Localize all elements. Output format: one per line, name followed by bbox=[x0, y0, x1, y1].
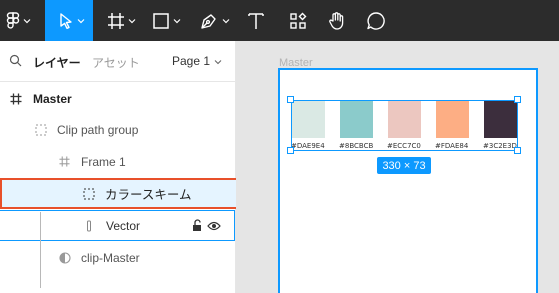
tab-layers[interactable]: レイヤー bbox=[33, 54, 81, 71]
page-selector[interactable]: Page 1 bbox=[172, 54, 222, 68]
layer-label: カラースキーム bbox=[105, 188, 192, 202]
panel-tabs: レイヤー アセット Page 1 bbox=[0, 41, 236, 82]
resize-handle-top-left[interactable] bbox=[287, 96, 294, 103]
layer-row-clip-path-group[interactable]: Clip path group bbox=[0, 114, 235, 145]
eye-icon[interactable] bbox=[207, 220, 221, 234]
layer-label: Vector bbox=[106, 218, 141, 233]
search-icon[interactable] bbox=[9, 54, 22, 72]
layer-label: Master bbox=[33, 91, 72, 106]
vector-line-icon bbox=[86, 220, 92, 232]
figma-menu-button[interactable] bbox=[6, 0, 31, 41]
chevron-down-icon bbox=[77, 18, 85, 24]
resize-handle-top-right[interactable] bbox=[514, 96, 521, 103]
hand-tool-button[interactable] bbox=[327, 0, 347, 41]
hash-frame-icon bbox=[107, 12, 125, 30]
cursor-arrow-icon bbox=[58, 12, 74, 30]
text-tool-button[interactable] bbox=[248, 0, 264, 41]
layer-row-frame-1[interactable]: Frame 1 bbox=[0, 146, 235, 177]
hand-icon bbox=[327, 11, 347, 31]
figma-app: レイヤー アセット Page 1 Master Clip path group bbox=[0, 0, 559, 293]
layer-row-color-scheme[interactable]: カラースキーム bbox=[0, 178, 245, 209]
chevron-down-icon bbox=[222, 18, 230, 24]
chevron-down-icon bbox=[23, 18, 31, 24]
layer-label: Clip path group bbox=[57, 122, 139, 137]
layer-row-vector[interactable]: Vector bbox=[0, 210, 235, 241]
half-circle-mask-icon bbox=[59, 251, 71, 264]
pen-tool-button[interactable] bbox=[199, 0, 230, 41]
toolbar bbox=[0, 0, 559, 41]
frame-tool-button[interactable] bbox=[107, 0, 136, 41]
frame-hash-icon bbox=[59, 156, 70, 167]
chevron-down-icon bbox=[173, 18, 181, 24]
comment-tool-button[interactable] bbox=[366, 0, 386, 41]
layers-panel: レイヤー アセット Page 1 Master Clip path group bbox=[0, 41, 245, 293]
resources-icon bbox=[289, 12, 307, 30]
resize-handle-bottom-right[interactable] bbox=[514, 147, 521, 154]
text-t-icon bbox=[248, 12, 264, 30]
layer-label: clip-Master bbox=[81, 250, 140, 265]
dashed-group-icon bbox=[83, 188, 95, 200]
comment-bubble-icon bbox=[366, 11, 386, 31]
figma-logo-icon bbox=[6, 11, 20, 30]
page-selector-label: Page 1 bbox=[172, 54, 211, 68]
resources-tool-button[interactable] bbox=[289, 0, 307, 41]
pen-icon bbox=[199, 11, 219, 31]
dashed-group-icon bbox=[35, 124, 47, 136]
shape-tool-button[interactable] bbox=[152, 0, 181, 41]
hierarchy-guide-line bbox=[40, 212, 41, 288]
tab-assets[interactable]: アセット bbox=[92, 54, 140, 71]
layer-row-clip-master[interactable]: clip-Master bbox=[0, 242, 235, 273]
unlock-icon[interactable] bbox=[192, 219, 203, 235]
layer-row-master[interactable]: Master bbox=[0, 83, 235, 114]
rectangle-icon bbox=[152, 12, 170, 30]
layer-label: Frame 1 bbox=[81, 154, 126, 169]
frame-hash-icon bbox=[10, 93, 22, 105]
chevron-down-icon bbox=[128, 18, 136, 24]
chevron-down-icon bbox=[214, 54, 222, 68]
selection-box[interactable] bbox=[291, 100, 518, 151]
move-tool-button[interactable] bbox=[45, 0, 93, 41]
size-badge: 330 × 73 bbox=[377, 157, 431, 174]
resize-handle-bottom-left[interactable] bbox=[287, 147, 294, 154]
